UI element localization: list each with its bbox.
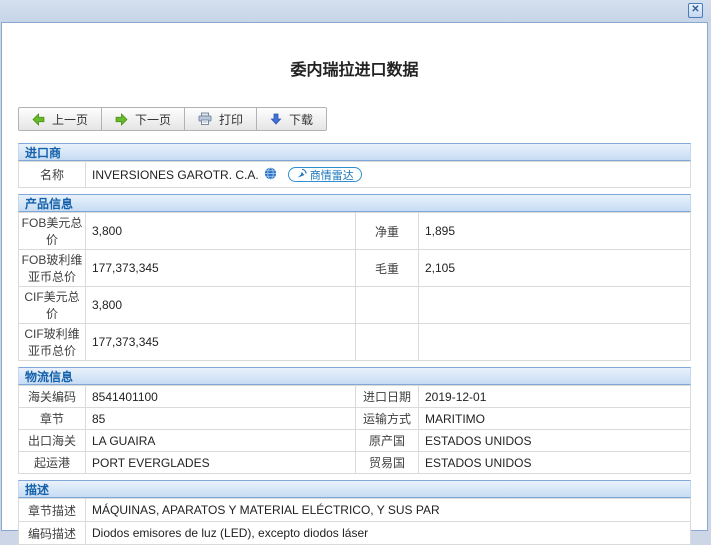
download-button[interactable]: 下载: [256, 107, 328, 131]
prev-page-button[interactable]: 上一页: [18, 107, 103, 131]
logistics-table: 海关编码 8541401100 进口日期 2019-12-01 章节 85 运输…: [18, 385, 691, 474]
page-title: 委内瑞拉进口数据: [290, 62, 419, 79]
section-description: 描述 章节描述 MÁQUINAS, APARATOS Y MATERIAL EL…: [18, 480, 691, 545]
next-page-button[interactable]: 下一页: [101, 107, 186, 131]
arrow-left-icon: [32, 112, 45, 126]
radar-icon: [296, 168, 307, 182]
field-value: 2,105: [418, 249, 691, 287]
field-value: MÁQUINAS, APARATOS Y MATERIAL ELÉCTRICO,…: [85, 498, 691, 522]
import-record-dialog: 委内瑞拉进口数据 上一页 下一页 打印 下载 进口商 名称 INVERSIONE…: [1, 22, 708, 545]
importer-table: 名称 INVERSIONES GAROTR. C.A. 商情雷达: [18, 161, 691, 188]
section-title-logistics: 物流信息: [18, 367, 691, 385]
field-value: [418, 323, 691, 361]
description-table: 章节描述 MÁQUINAS, APARATOS Y MATERIAL ELÉCT…: [18, 498, 691, 545]
field-value: 177,373,345: [85, 323, 356, 361]
field-label: 章节描述: [18, 498, 86, 522]
field-label: 毛重: [355, 249, 419, 287]
dialog-content: 进口商 名称 INVERSIONES GAROTR. C.A. 商情雷达 产品信…: [18, 143, 691, 545]
field-value: PORT EVERGLADES: [85, 451, 356, 474]
window-titlebar: ✕: [0, 0, 711, 22]
field-value: 85: [85, 407, 356, 430]
printer-icon: [198, 112, 212, 126]
section-logistics: 物流信息 海关编码 8541401100 进口日期 2019-12-01 章节 …: [18, 367, 691, 474]
field-label: 净重: [355, 212, 419, 250]
print-button[interactable]: 打印: [184, 107, 258, 131]
field-value: ESTADOS UNIDOS: [418, 429, 691, 452]
field-value: 2019-12-01: [418, 385, 691, 408]
business-radar-badge[interactable]: 商情雷达: [287, 167, 362, 182]
importer-name-value: INVERSIONES GAROTR. C.A.: [92, 167, 259, 182]
field-label: [355, 323, 419, 361]
print-label: 打印: [219, 112, 244, 127]
field-label: 海关编码: [18, 385, 86, 408]
table-row: CIF美元总价 3,800: [18, 286, 691, 324]
field-label: 原产国: [355, 429, 419, 452]
section-title-description: 描述: [18, 480, 691, 498]
section-title-product: 产品信息: [18, 194, 691, 212]
prev-page-label: 上一页: [52, 112, 89, 127]
field-label: 贸易国: [355, 451, 419, 474]
table-row: CIF玻利维亚币总价 177,373,345: [18, 323, 691, 361]
radar-badge-label: 商情雷达: [309, 169, 354, 182]
next-page-label: 下一页: [135, 112, 172, 127]
field-value: ESTADOS UNIDOS: [418, 451, 691, 474]
field-label: 章节: [18, 407, 86, 430]
field-label: 起运港: [18, 451, 86, 474]
field-label: 编码描述: [18, 521, 86, 545]
field-label: [355, 286, 419, 324]
toolbar: 上一页 下一页 打印 下载: [18, 107, 707, 131]
field-label: 运输方式: [355, 407, 419, 430]
field-value: 177,373,345: [85, 249, 356, 287]
table-row: FOB玻利维亚币总价 177,373,345 毛重 2,105: [18, 249, 691, 287]
field-label: 进口日期: [355, 385, 419, 408]
product-table: FOB美元总价 3,800 净重 1,895 FOB玻利维亚币总价 177,37…: [18, 212, 691, 361]
table-row: 名称 INVERSIONES GAROTR. C.A. 商情雷达: [18, 161, 691, 188]
field-label: FOB玻利维亚币总价: [18, 249, 86, 287]
table-row: 海关编码 8541401100 进口日期 2019-12-01: [18, 385, 691, 408]
table-row: FOB美元总价 3,800 净重 1,895: [18, 212, 691, 250]
table-row: 章节描述 MÁQUINAS, APARATOS Y MATERIAL ELÉCT…: [18, 498, 691, 522]
table-row: 出口海关 LA GUAIRA 原产国 ESTADOS UNIDOS: [18, 429, 691, 452]
download-label: 下载: [289, 112, 314, 127]
table-row: 起运港 PORT EVERGLADES 贸易国 ESTADOS UNIDOS: [18, 451, 691, 474]
globe-icon[interactable]: [264, 166, 277, 183]
field-value: 3,800: [85, 212, 356, 250]
field-value: 1,895: [418, 212, 691, 250]
field-value: 3,800: [85, 286, 356, 324]
close-icon[interactable]: ✕: [688, 3, 703, 18]
section-title-importer: 进口商: [18, 143, 691, 161]
field-label: CIF玻利维亚币总价: [18, 323, 86, 361]
section-importer: 进口商 名称 INVERSIONES GAROTR. C.A. 商情雷达: [18, 143, 691, 188]
field-label: CIF美元总价: [18, 286, 86, 324]
field-value: Diodos emisores de luz (LED), excepto di…: [85, 521, 691, 545]
field-label: FOB美元总价: [18, 212, 86, 250]
field-value: MARITIMO: [418, 407, 691, 430]
field-label: 出口海关: [18, 429, 86, 452]
table-row: 编码描述 Diodos emisores de luz (LED), excep…: [18, 521, 691, 545]
arrow-right-icon: [115, 112, 128, 126]
field-value: [418, 286, 691, 324]
importer-name-label: 名称: [18, 161, 86, 188]
section-product: 产品信息 FOB美元总价 3,800 净重 1,895 FOB玻利维亚币总价 1…: [18, 194, 691, 361]
field-value: 8541401100: [85, 385, 356, 408]
table-row: 章节 85 运输方式 MARITIMO: [18, 407, 691, 430]
field-value: LA GUAIRA: [85, 429, 356, 452]
download-arrow-icon: [270, 113, 282, 125]
